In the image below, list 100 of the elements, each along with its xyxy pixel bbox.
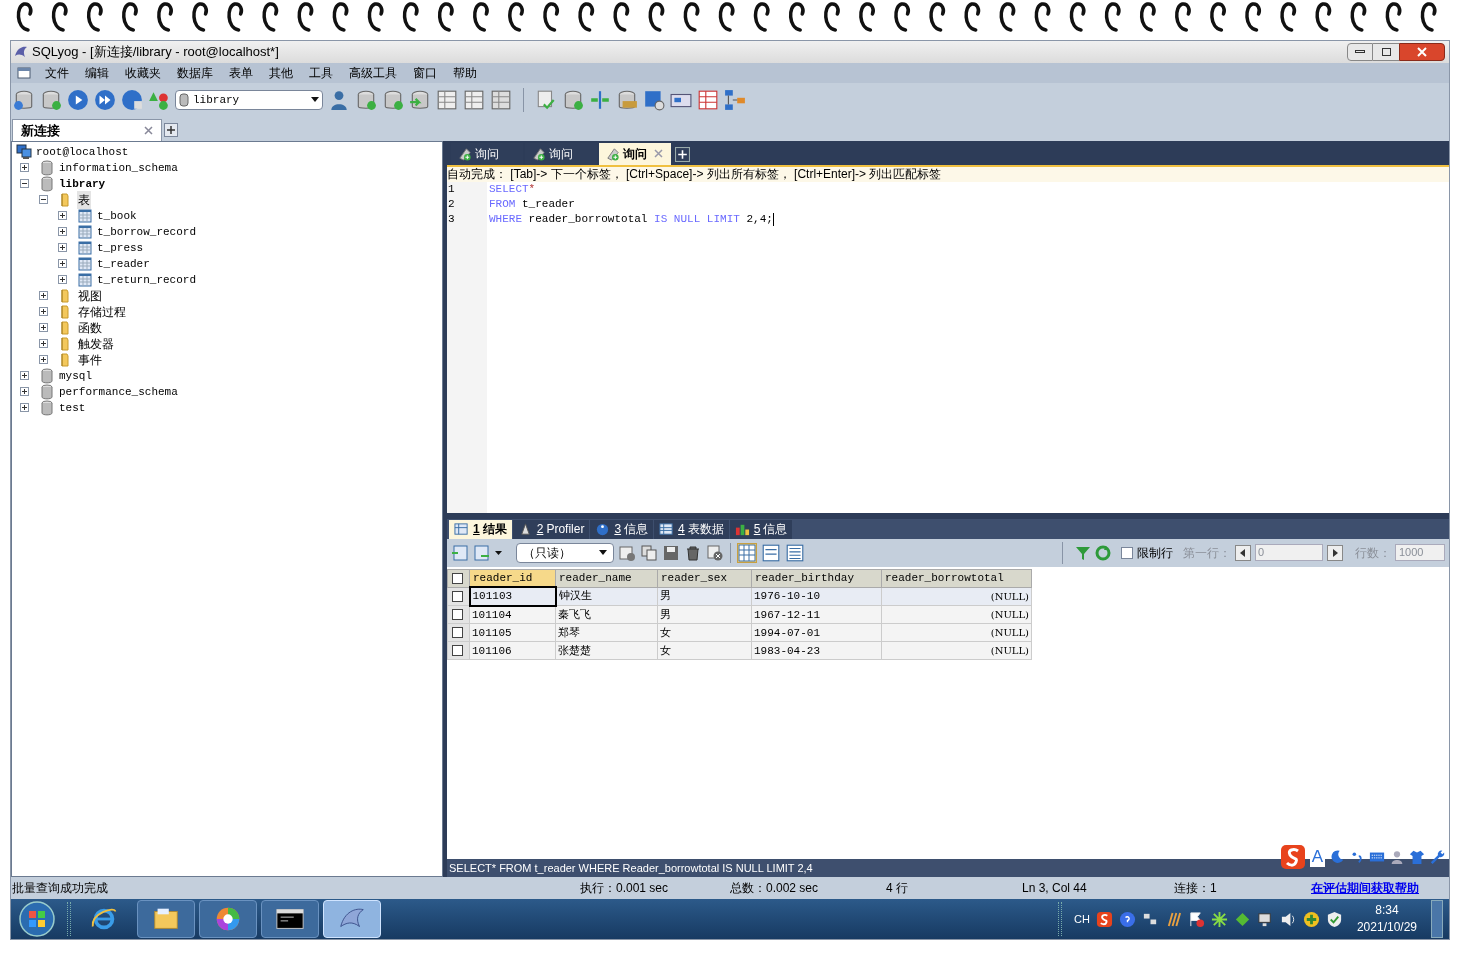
- tree-item[interactable]: 触发器: [77, 334, 115, 353]
- diamond-icon[interactable]: [1233, 910, 1251, 928]
- menu-item[interactable]: 表单: [221, 63, 261, 82]
- caret-icon[interactable]: [495, 550, 502, 555]
- menu-item[interactable]: 其他: [261, 63, 301, 82]
- expand-icon[interactable]: [58, 211, 67, 221]
- expand-icon[interactable]: [39, 355, 48, 365]
- truck-icon[interactable]: [616, 88, 638, 111]
- table-icon[interactable]: [490, 88, 512, 111]
- expand-icon[interactable]: [39, 323, 48, 333]
- snowflake-icon[interactable]: [1210, 910, 1228, 928]
- menu-item[interactable]: 高级工具: [341, 63, 405, 82]
- add-icon[interactable]: [618, 543, 636, 562]
- plus-icon[interactable]: [1302, 910, 1320, 928]
- menu-item[interactable]: 文件: [37, 63, 77, 82]
- grid-view-icon[interactable]: [737, 542, 757, 563]
- tree-item[interactable]: t_book: [96, 207, 138, 224]
- table-icon[interactable]: [463, 88, 485, 111]
- tree-item[interactable]: mysql: [58, 367, 93, 384]
- column-header[interactable]: reader_sex: [657, 569, 752, 588]
- close-icon[interactable]: [654, 149, 663, 159]
- expand-icon[interactable]: [39, 291, 48, 301]
- tree-item[interactable]: 存储过程: [77, 302, 127, 321]
- database-icon[interactable]: [355, 88, 377, 111]
- tree-item[interactable]: test: [58, 399, 87, 416]
- menu-item[interactable]: 收藏夹: [117, 63, 169, 82]
- checkbox[interactable]: [452, 645, 463, 657]
- form-view-icon[interactable]: [761, 542, 781, 563]
- tree-item[interactable]: t_reader: [96, 255, 151, 272]
- taskbar-button[interactable]: [261, 900, 319, 938]
- tree-item[interactable]: root@localhost: [35, 143, 130, 160]
- menu-item[interactable]: 帮助: [445, 63, 485, 82]
- database-icon[interactable]: [562, 88, 584, 111]
- checkbox[interactable]: [452, 627, 463, 639]
- menu-item[interactable]: 工具: [301, 63, 341, 82]
- checkbox[interactable]: [452, 609, 463, 621]
- fast-forward-icon[interactable]: [94, 88, 116, 111]
- result-tab[interactable]: 3 信息: [590, 519, 654, 539]
- ime-logo-icon[interactable]: [1279, 844, 1306, 871]
- add-tab-button[interactable]: [164, 122, 178, 137]
- database-icon[interactable]: [40, 88, 62, 111]
- cancel-icon[interactable]: [706, 543, 724, 562]
- tree-item[interactable]: 视图: [77, 286, 103, 305]
- wrench-icon[interactable]: [1429, 849, 1445, 866]
- expand-icon[interactable]: [58, 243, 67, 253]
- expand-icon[interactable]: [39, 339, 48, 349]
- result-tab[interactable]: 5 信息: [729, 519, 793, 539]
- tree-item[interactable]: information_schema: [58, 159, 179, 176]
- close-icon[interactable]: [144, 125, 153, 135]
- expand-icon[interactable]: [58, 227, 67, 237]
- trash-icon[interactable]: [684, 543, 702, 562]
- tree-item[interactable]: performance_schema: [58, 383, 179, 400]
- save-icon[interactable]: [662, 543, 680, 562]
- tree-item[interactable]: t_borrow_record: [96, 223, 198, 240]
- diagram-icon[interactable]: [724, 88, 746, 111]
- compare-icon[interactable]: [589, 88, 611, 111]
- collapse-icon[interactable]: [20, 179, 29, 189]
- tree-item[interactable]: library: [58, 175, 107, 192]
- expand-icon[interactable]: [20, 403, 29, 413]
- column-header[interactable]: reader_birthday: [751, 569, 882, 588]
- table-icon[interactable]: [436, 88, 458, 111]
- tree-item[interactable]: t_return_record: [96, 271, 198, 288]
- copy-icon[interactable]: [640, 543, 658, 562]
- menu-item[interactable]: 数据库: [169, 63, 221, 82]
- expand-icon[interactable]: [58, 259, 67, 269]
- tree-item[interactable]: 函数: [77, 318, 103, 337]
- tree-item[interactable]: 事件: [77, 350, 103, 369]
- tree-item[interactable]: 表: [77, 190, 91, 209]
- help-icon[interactable]: [1118, 910, 1136, 928]
- expand-icon[interactable]: [39, 307, 48, 317]
- help-link[interactable]: 在评估期间获取帮助: [1311, 879, 1419, 897]
- database-icon[interactable]: [382, 88, 404, 111]
- schedule-icon[interactable]: [643, 88, 665, 111]
- minimize-button[interactable]: [1347, 42, 1373, 61]
- database-icon[interactable]: [409, 88, 431, 111]
- ime-logo-icon[interactable]: [1095, 910, 1113, 928]
- connection-tab[interactable]: 新连接: [12, 118, 162, 141]
- expand-icon[interactable]: [20, 387, 29, 397]
- checkbox[interactable]: [452, 591, 463, 602]
- check-icon[interactable]: [535, 88, 557, 111]
- menu-item[interactable]: 编辑: [77, 63, 117, 82]
- query-tab[interactable]: 询问: [599, 142, 671, 165]
- expand-icon[interactable]: [20, 371, 29, 381]
- database-dropdown[interactable]: library: [175, 89, 323, 110]
- column-header[interactable]: reader_borrowtotal: [881, 569, 1032, 588]
- collapse-icon[interactable]: [39, 195, 48, 205]
- add-tab-button[interactable]: [675, 146, 690, 162]
- column-header[interactable]: reader_id: [469, 569, 556, 588]
- language-indicator[interactable]: CH: [1074, 910, 1090, 928]
- database-icon[interactable]: [13, 88, 35, 111]
- close-button[interactable]: [1399, 42, 1445, 61]
- expand-icon[interactable]: [58, 275, 67, 285]
- expand-icon[interactable]: [20, 163, 29, 173]
- monitor-icon[interactable]: [1256, 910, 1274, 928]
- text-view-icon[interactable]: [785, 542, 805, 563]
- menu-item[interactable]: 窗口: [405, 63, 445, 82]
- flag-icon[interactable]: [1187, 910, 1205, 928]
- checkbox[interactable]: [452, 572, 463, 584]
- user-icon[interactable]: [328, 88, 350, 111]
- clock-date[interactable]: 2021/10/29: [1356, 919, 1417, 936]
